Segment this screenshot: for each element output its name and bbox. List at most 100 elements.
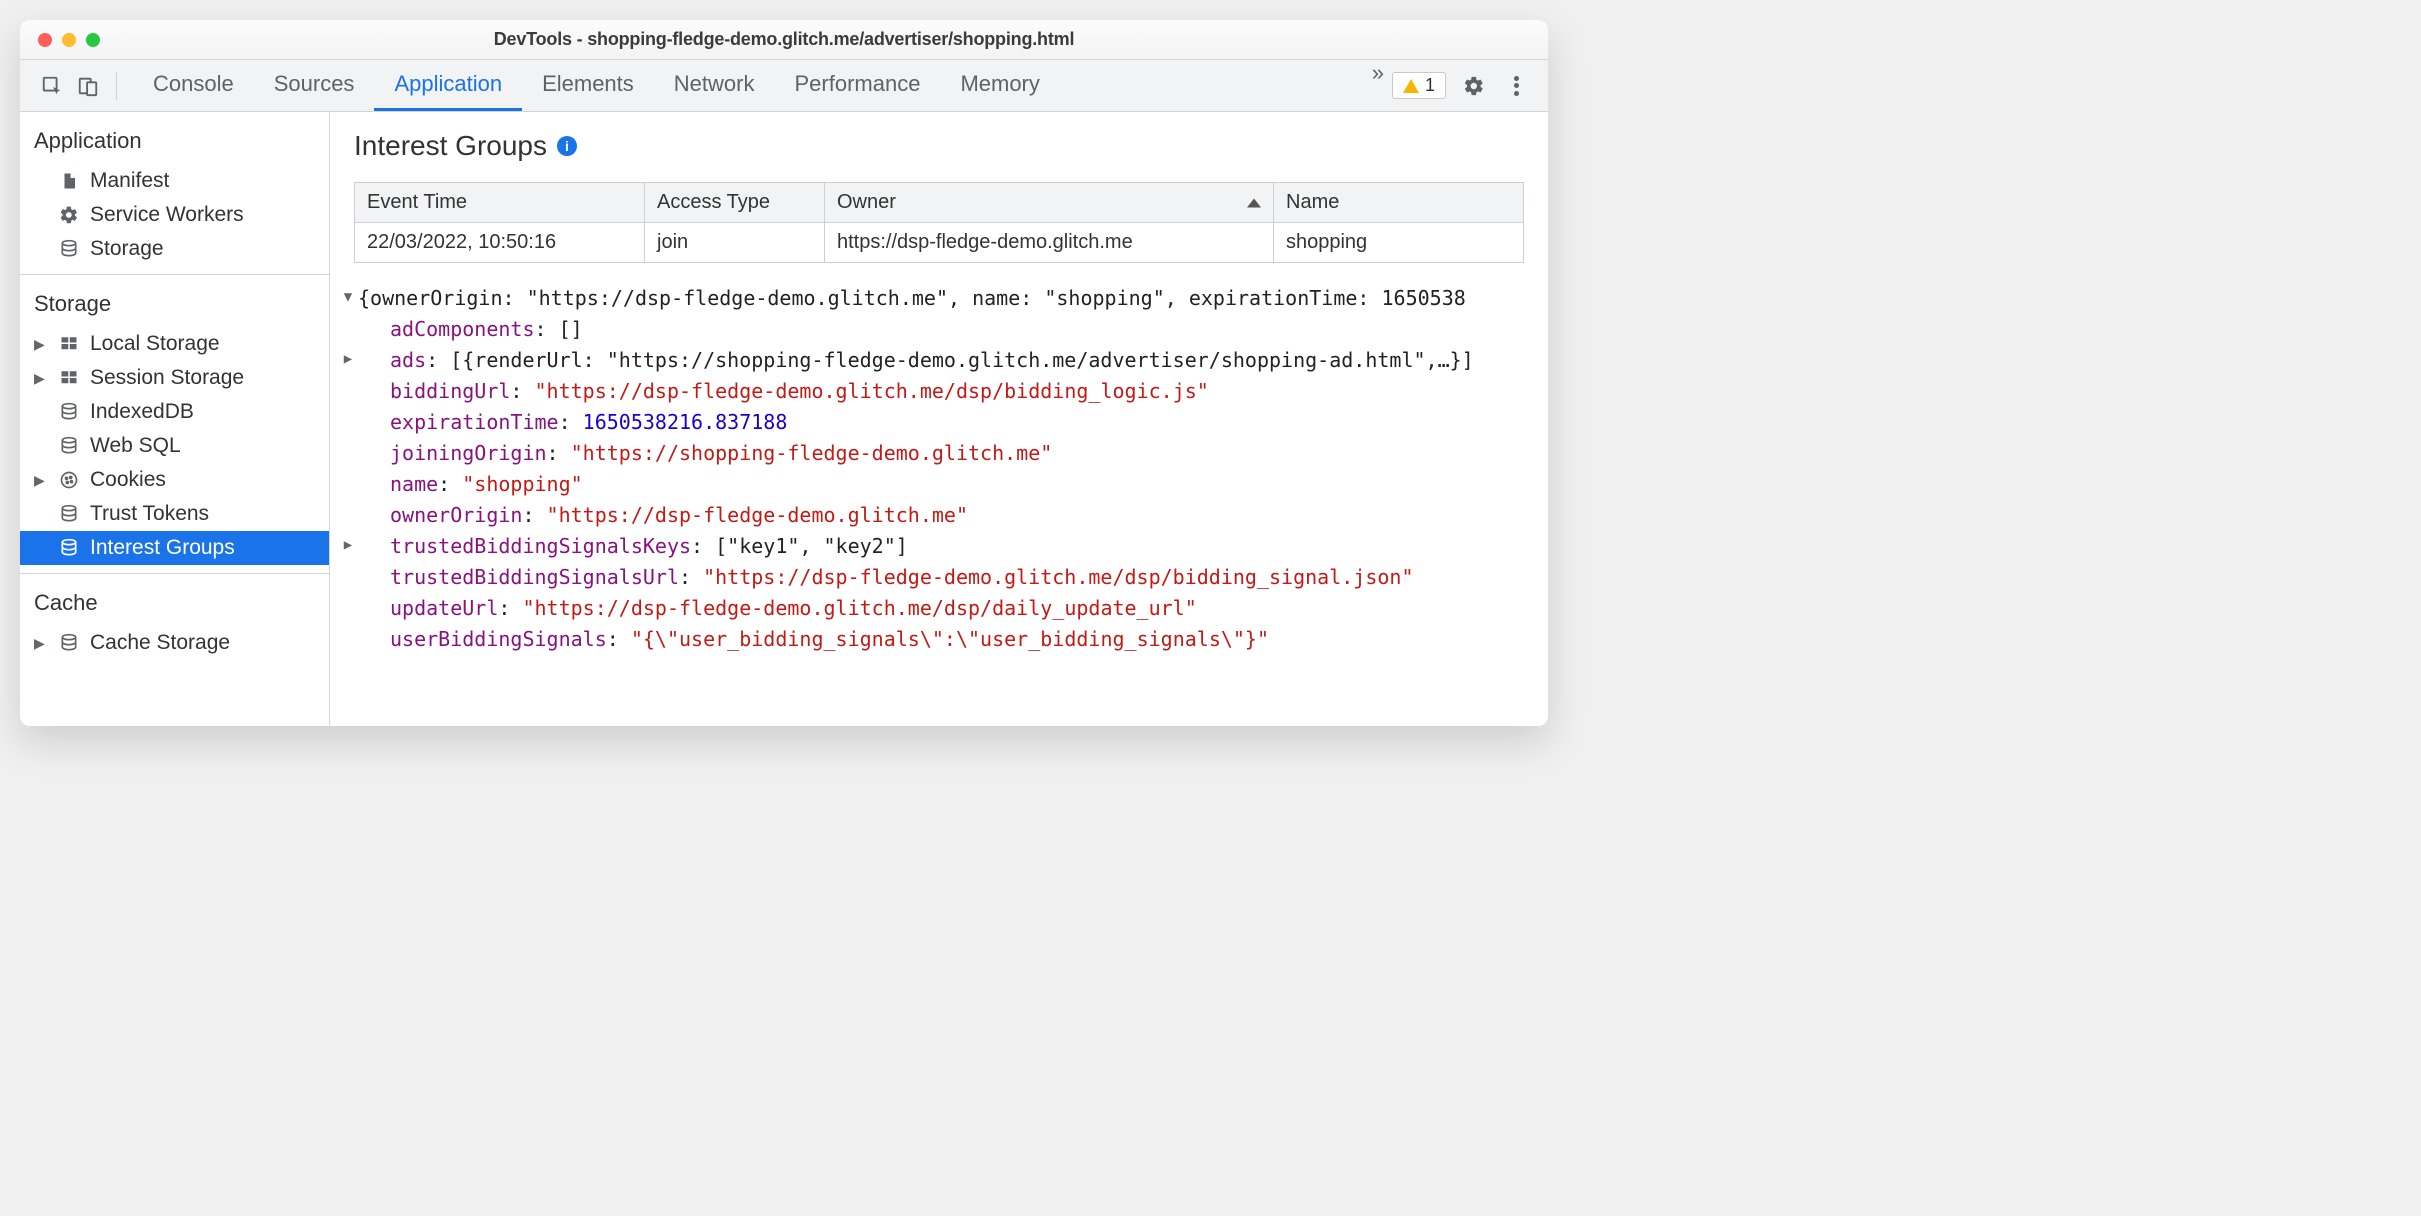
sidebar-item-indexeddb[interactable]: IndexedDB [20, 395, 329, 429]
info-icon[interactable]: i [557, 136, 577, 156]
sidebar-item-label: Trust Tokens [90, 502, 209, 526]
main-panel: Interest Groups i Event TimeAccess TypeO… [330, 112, 1548, 726]
inspect-element-icon[interactable] [36, 70, 68, 102]
window-title: DevTools - shopping-fledge-demo.glitch.m… [20, 29, 1548, 50]
toggle-icon [338, 624, 358, 628]
toggle-icon [338, 376, 358, 380]
sidebar: Application Manifest Service Workers Storag… [20, 112, 330, 726]
table-header-access-type[interactable]: Access Type [645, 183, 825, 223]
warnings-badge[interactable]: 1 [1392, 72, 1446, 99]
sidebar-item-interest-groups[interactable]: Interest Groups [20, 531, 329, 565]
grid-icon [58, 333, 80, 355]
toggle-icon [338, 593, 358, 597]
tab-elements[interactable]: Elements [522, 60, 654, 111]
tab-memory[interactable]: Memory [940, 60, 1059, 111]
toggle-icon [338, 438, 358, 442]
expander-icon: ▶ [34, 370, 48, 387]
table-header-name[interactable]: Name [1274, 183, 1524, 223]
panel-tabs: ConsoleSourcesApplicationElementsNetwork… [133, 60, 1358, 111]
sidebar-item-label: Local Storage [90, 332, 220, 356]
object-line: userBiddingSignals: "{\"user_bidding_sig… [338, 624, 1548, 655]
settings-icon[interactable] [1460, 75, 1488, 97]
sidebar-group-application: Application [20, 112, 329, 164]
devtools-window: DevTools - shopping-fledge-demo.glitch.m… [20, 20, 1548, 726]
sidebar-item-cookies[interactable]: ▶Cookies [20, 463, 329, 497]
toolbar: ConsoleSourcesApplicationElementsNetwork… [20, 60, 1548, 112]
expander-icon: ▶ [34, 336, 48, 353]
window-controls [20, 33, 100, 47]
warnings-count: 1 [1425, 75, 1435, 96]
tab-sources[interactable]: Sources [254, 60, 375, 111]
object-line: expirationTime: 1650538216.837188 [338, 407, 1548, 438]
maximize-window-button[interactable] [86, 33, 100, 47]
device-toolbar-icon[interactable] [72, 70, 104, 102]
expander-icon: ▶ [34, 472, 48, 489]
table-cell: shopping [1274, 223, 1524, 263]
toolbar-divider [116, 72, 117, 100]
object-viewer: ▼{ownerOrigin: "https://dsp-fledge-demo.… [330, 263, 1548, 655]
sidebar-item-service-workers[interactable]: Service Workers [20, 198, 329, 232]
sidebar-item-manifest[interactable]: Manifest [20, 164, 329, 198]
db-icon [58, 401, 80, 423]
table-row[interactable]: 22/03/2022, 10:50:16joinhttps://dsp-fled… [355, 223, 1524, 263]
more-options-icon[interactable] [1502, 73, 1530, 98]
gear-icon [58, 204, 80, 226]
toggle-icon [338, 562, 358, 566]
sidebar-item-label: Cache Storage [90, 631, 230, 655]
events-table: Event TimeAccess TypeOwnerName 22/03/202… [354, 182, 1524, 263]
toggle-icon [338, 314, 358, 318]
table-cell: 22/03/2022, 10:50:16 [355, 223, 645, 263]
toggle-icon [338, 500, 358, 504]
object-line[interactable]: ▶ads: [{renderUrl: "https://shopping-fle… [338, 345, 1548, 376]
tab-performance[interactable]: Performance [774, 60, 940, 111]
toggle-icon [338, 407, 358, 411]
sidebar-item-label: Storage [90, 237, 164, 261]
sidebar-item-trust-tokens[interactable]: Trust Tokens [20, 497, 329, 531]
object-line: biddingUrl: "https://dsp-fledge-demo.gli… [338, 376, 1548, 407]
object-line: updateUrl: "https://dsp-fledge-demo.glit… [338, 593, 1548, 624]
toggle-icon[interactable]: ▼ [338, 283, 358, 309]
sidebar-item-label: Service Workers [90, 203, 244, 227]
sidebar-group-storage: Storage [20, 275, 329, 327]
sidebar-item-label: Interest Groups [90, 536, 235, 560]
panel-title: Interest Groups [354, 130, 547, 162]
object-line[interactable]: ▶trustedBiddingSignalsKeys: ["key1", "ke… [338, 531, 1548, 562]
content-area: Application Manifest Service Workers Storag… [20, 112, 1548, 726]
toggle-icon[interactable]: ▶ [338, 345, 358, 371]
db-icon [58, 435, 80, 457]
object-line: ownerOrigin: "https://dsp-fledge-demo.gl… [338, 500, 1548, 531]
table-cell: https://dsp-fledge-demo.glitch.me [825, 223, 1274, 263]
sort-caret-icon [1247, 198, 1261, 207]
table-header-event-time[interactable]: Event Time [355, 183, 645, 223]
titlebar: DevTools - shopping-fledge-demo.glitch.m… [20, 20, 1548, 60]
db-icon [58, 632, 80, 654]
toggle-icon[interactable]: ▶ [338, 531, 358, 557]
table-cell: join [645, 223, 825, 263]
object-line: name: "shopping" [338, 469, 1548, 500]
object-line: trustedBiddingSignalsUrl: "https://dsp-f… [338, 562, 1548, 593]
db-icon [58, 537, 80, 559]
table-header-owner[interactable]: Owner [825, 183, 1274, 223]
sidebar-item-label: IndexedDB [90, 400, 194, 424]
tab-console[interactable]: Console [133, 60, 254, 111]
db-icon [58, 238, 80, 260]
db-icon [58, 503, 80, 525]
sidebar-item-label: Session Storage [90, 366, 244, 390]
tab-network[interactable]: Network [654, 60, 775, 111]
more-tabs-icon[interactable]: » [1358, 60, 1392, 111]
sidebar-item-session-storage[interactable]: ▶ Session Storage [20, 361, 329, 395]
sidebar-item-storage[interactable]: Storage [20, 232, 329, 266]
sidebar-item-label: Manifest [90, 169, 169, 193]
sidebar-group-cache: Cache [20, 574, 329, 626]
toggle-icon [338, 469, 358, 473]
cookie-icon [58, 469, 80, 491]
sidebar-item-cache-storage[interactable]: ▶ Cache Storage [20, 626, 329, 660]
sidebar-item-web-sql[interactable]: Web SQL [20, 429, 329, 463]
file-icon [58, 170, 80, 192]
minimize-window-button[interactable] [62, 33, 76, 47]
expander-icon: ▶ [34, 635, 48, 652]
object-line[interactable]: ▼{ownerOrigin: "https://dsp-fledge-demo.… [338, 283, 1548, 314]
close-window-button[interactable] [38, 33, 52, 47]
tab-application[interactable]: Application [374, 60, 522, 111]
sidebar-item-local-storage[interactable]: ▶ Local Storage [20, 327, 329, 361]
